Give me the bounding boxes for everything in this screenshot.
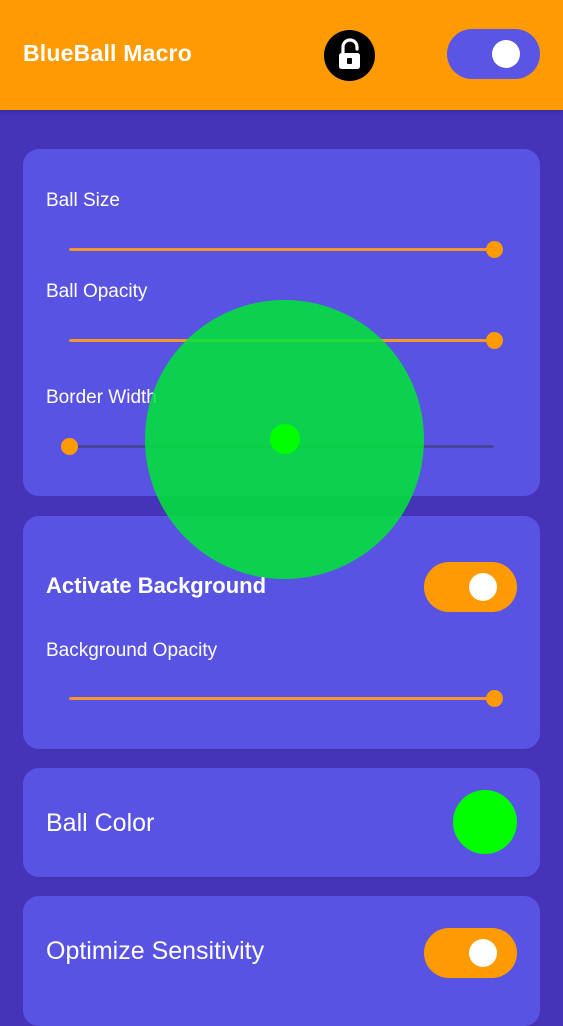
toggle-knob <box>469 939 497 967</box>
lock-button[interactable] <box>324 30 375 81</box>
sensitivity-card: Optimize Sensitivity <box>23 896 540 1026</box>
activate-background-label: Activate Background <box>46 573 267 598</box>
app-bar: BlueBall Macro <box>0 0 563 110</box>
toggle-knob <box>492 40 520 68</box>
ball-color-card[interactable]: Ball Color <box>23 768 540 877</box>
toggle-knob <box>469 573 497 601</box>
ball-color-swatch[interactable] <box>453 790 517 854</box>
ball-size-label: Ball Size <box>46 190 120 211</box>
background-opacity-label: Background Opacity <box>46 640 218 661</box>
border-width-label: Border Width <box>46 387 157 408</box>
optimize-sensitivity-toggle[interactable] <box>424 928 517 978</box>
activate-background-toggle[interactable] <box>424 562 517 612</box>
slider-thumb[interactable] <box>486 332 503 349</box>
background-opacity-slider[interactable] <box>69 688 503 708</box>
ball-color-label: Ball Color <box>46 809 155 837</box>
slider-thumb[interactable] <box>486 241 503 258</box>
slider-thumb[interactable] <box>61 438 78 455</box>
optimize-sensitivity-label: Optimize Sensitivity <box>46 937 265 965</box>
lock-open-icon <box>339 38 360 69</box>
master-toggle[interactable] <box>447 29 540 79</box>
slider-fill <box>69 248 494 251</box>
app-title: BlueBall Macro <box>23 40 192 66</box>
floating-ball-center[interactable] <box>270 424 300 454</box>
ball-size-slider[interactable] <box>69 239 503 259</box>
slider-thumb[interactable] <box>486 690 503 707</box>
ball-opacity-label: Ball Opacity <box>46 281 148 302</box>
slider-fill <box>69 697 494 700</box>
